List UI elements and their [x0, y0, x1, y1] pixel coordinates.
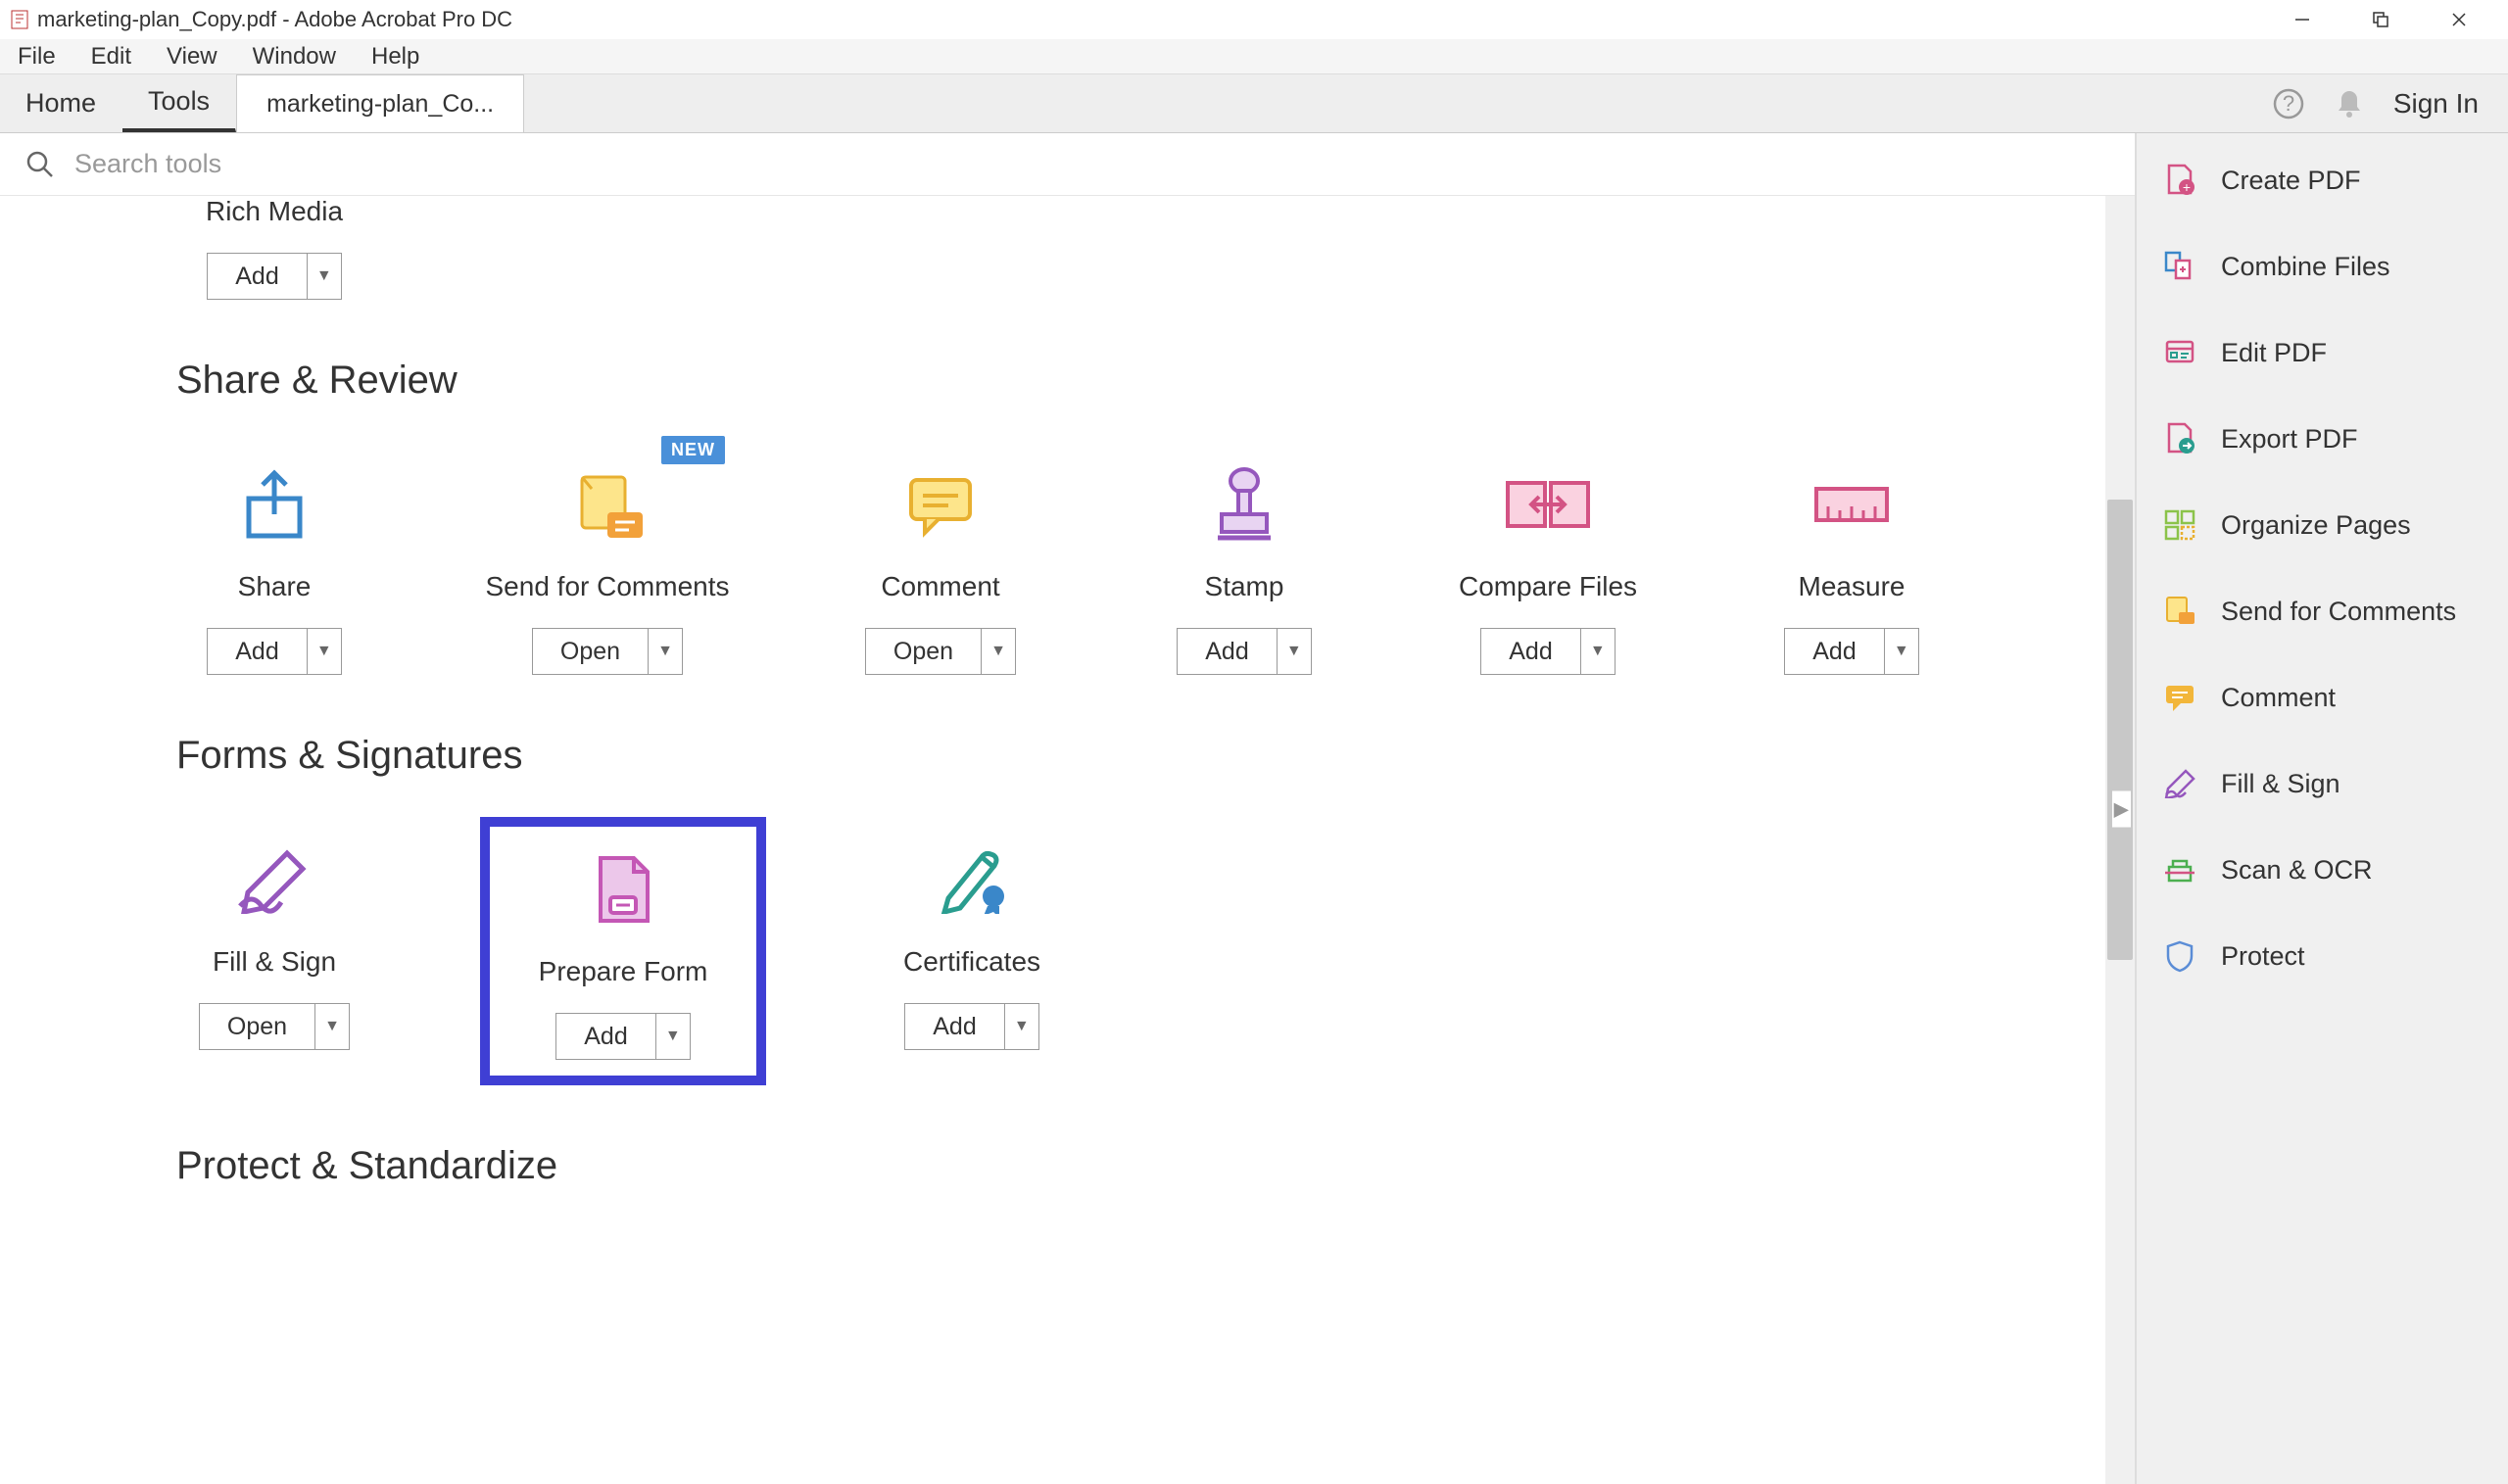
scan-ocr-icon	[2162, 852, 2197, 887]
combine-icon	[2162, 249, 2197, 284]
compare-icon	[1504, 459, 1592, 550]
sidebar-comment[interactable]: Comment	[2154, 674, 2490, 721]
tab-document[interactable]: marketing-plan_Co...	[236, 74, 524, 132]
tool-send-for-comments[interactable]: NEW Send for Comments Open▼	[480, 442, 735, 675]
send-comments-icon	[568, 459, 647, 550]
send-comments-icon	[2162, 594, 2197, 629]
edit-pdf-icon	[2162, 335, 2197, 370]
organize-icon	[2162, 507, 2197, 543]
chevron-down-icon[interactable]: ▼	[648, 628, 683, 675]
tool-share[interactable]: Share Add▼	[176, 442, 372, 675]
minimize-button[interactable]	[2263, 0, 2341, 39]
chevron-down-icon[interactable]: ▼	[981, 628, 1016, 675]
menu-help[interactable]: Help	[362, 39, 429, 74]
tool-rich-media[interactable]: Rich Media Add ▼	[176, 196, 372, 300]
tool-comment[interactable]: Comment Open▼	[843, 442, 1038, 675]
sign-in-button[interactable]: Sign In	[2393, 88, 2479, 120]
chevron-down-icon[interactable]: ▼	[655, 1013, 691, 1060]
prepare-form-icon	[589, 844, 657, 934]
section-protect-title: Protect & Standardize	[176, 1144, 2135, 1188]
new-badge: NEW	[661, 436, 725, 464]
tool-prepare-form[interactable]: Prepare Form Add▼	[480, 817, 766, 1085]
sidebar-organize-pages[interactable]: Organize Pages	[2154, 502, 2490, 549]
search-icon	[25, 150, 55, 179]
chevron-down-icon[interactable]: ▼	[1884, 628, 1919, 675]
sidebar-combine-files[interactable]: Combine Files	[2154, 243, 2490, 290]
titlebar: marketing-plan_Copy.pdf - Adobe Acrobat …	[0, 0, 2508, 39]
tool-compare-files[interactable]: Compare Files Add▼	[1450, 442, 1646, 675]
window-title: marketing-plan_Copy.pdf - Adobe Acrobat …	[37, 7, 512, 32]
help-icon[interactable]: ?	[2272, 87, 2305, 120]
tool-stamp[interactable]: Stamp Add▼	[1146, 442, 1342, 675]
create-pdf-icon: +	[2162, 163, 2197, 198]
tab-home[interactable]: Home	[0, 74, 122, 132]
tab-tools[interactable]: Tools	[122, 74, 236, 132]
export-pdf-icon	[2162, 421, 2197, 456]
chevron-down-icon[interactable]: ▼	[1004, 1003, 1039, 1050]
scrollbar-thumb[interactable]	[2107, 500, 2133, 960]
bell-icon[interactable]	[2335, 87, 2364, 120]
chevron-down-icon[interactable]: ▼	[1277, 628, 1312, 675]
comment-icon	[2162, 680, 2197, 715]
sidebar-export-pdf[interactable]: Export PDF	[2154, 415, 2490, 462]
tool-label: Rich Media	[206, 196, 343, 227]
tool-measure[interactable]: Measure Add▼	[1754, 442, 1950, 675]
close-button[interactable]	[2420, 0, 2498, 39]
sidebar-send-for-comments[interactable]: Send for Comments	[2154, 588, 2490, 635]
sidebar-scan-ocr[interactable]: Scan & OCR	[2154, 846, 2490, 893]
fill-sign-icon	[2162, 766, 2197, 801]
chevron-down-icon[interactable]: ▼	[314, 1003, 350, 1050]
tool-action-button[interactable]: Add ▼	[207, 253, 341, 300]
tool-certificates[interactable]: Certificates Add▼	[874, 817, 1070, 1085]
chevron-down-icon[interactable]: ▼	[1580, 628, 1616, 675]
svg-text:?: ?	[2283, 91, 2294, 116]
menu-file[interactable]: File	[8, 39, 66, 74]
section-share-review-title: Share & Review	[176, 359, 2135, 403]
main-panel: Rich Media Add ▼ Share & Review Share Ad…	[0, 133, 2136, 1484]
comment-icon	[901, 459, 980, 550]
svg-text:+: +	[2183, 179, 2191, 195]
chevron-down-icon[interactable]: ▼	[307, 253, 342, 300]
menu-view[interactable]: View	[157, 39, 227, 74]
acrobat-icon	[10, 10, 29, 29]
menubar: File Edit View Window Help	[0, 39, 2508, 74]
menu-edit[interactable]: Edit	[81, 39, 141, 74]
sidebar-edit-pdf[interactable]: Edit PDF	[2154, 329, 2490, 376]
sidebar-protect[interactable]: Protect	[2154, 933, 2490, 980]
menu-window[interactable]: Window	[243, 39, 346, 74]
chevron-down-icon[interactable]: ▼	[307, 628, 342, 675]
searchbar	[0, 133, 2135, 196]
fill-sign-icon	[230, 835, 318, 925]
protect-icon	[2162, 938, 2197, 974]
certificates-icon	[933, 835, 1011, 925]
sidebar-fill-sign[interactable]: Fill & Sign	[2154, 760, 2490, 807]
search-input[interactable]	[74, 149, 2109, 179]
stamp-icon	[1210, 459, 1278, 550]
measure-icon	[1812, 459, 1891, 550]
collapse-sidebar-icon[interactable]: ▶	[2112, 790, 2131, 827]
navbar: Home Tools marketing-plan_Co... ? Sign I…	[0, 74, 2508, 133]
sidebar-create-pdf[interactable]: + Create PDF	[2154, 157, 2490, 204]
tool-fill-sign[interactable]: Fill & Sign Open▼	[176, 817, 372, 1085]
maximize-button[interactable]	[2341, 0, 2420, 39]
share-icon	[235, 459, 314, 550]
section-forms-title: Forms & Signatures	[176, 734, 2135, 778]
sidebar: + Create PDF Combine Files Edit PDF Expo…	[2136, 133, 2508, 1484]
